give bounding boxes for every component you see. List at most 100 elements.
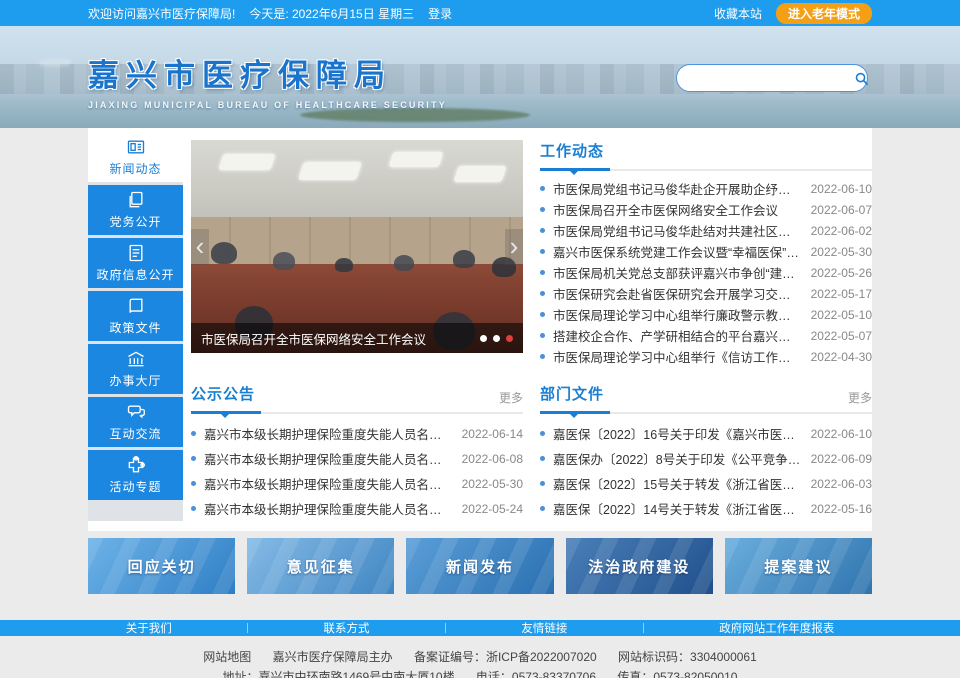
announcements-more-link[interactable]: 更多 (499, 389, 523, 406)
footer-link-friend-links[interactable]: 友情链接 (521, 620, 567, 636)
sidebar-item-gov-info[interactable]: 政府信息公开 (88, 238, 183, 288)
search-input[interactable] (677, 71, 854, 85)
sidebar-item-party-affairs[interactable]: 党务公开 (88, 185, 183, 235)
section-header: 工作动态 (540, 140, 872, 171)
banner-opinion-collection[interactable]: 意见征集 (247, 538, 394, 594)
banner-label: 提案建议 (764, 556, 832, 577)
news-list-item[interactable]: 嘉兴市本级长期护理保险重度失能人员名单公示（2... 2022-06-14 (191, 421, 523, 446)
site-title: 嘉兴市医疗保障局 (88, 50, 447, 95)
news-list-item[interactable]: 嘉兴市本级长期护理保险重度失能人员名单公示（2... 2022-05-24 (191, 496, 523, 521)
news-list-item[interactable]: 嘉医保办〔2022〕8号关于印发《公平竞争审查... 2022-06-09 (540, 446, 872, 471)
section-title[interactable]: 工作动态 (540, 140, 604, 161)
search-box (676, 64, 868, 92)
sidebar-nav: 新闻动态 党务公开 政府信息公开 政策文件 (88, 132, 183, 521)
sidebar-item-news[interactable]: 新闻动态 (88, 132, 183, 182)
news-list-item[interactable]: 市医保局机关党总支部获评嘉兴市争创“建设清廉机... 2022-05-26 (540, 262, 872, 283)
sidebar-item-interaction[interactable]: 互动交流 (88, 397, 183, 447)
news-item-title: 嘉兴市本级长期护理保险重度失能人员名单公示（2... (204, 449, 452, 468)
banner-label: 回应关切 (128, 556, 196, 577)
bullet-dot (540, 228, 545, 233)
news-item-date: 2022-06-02 (811, 224, 872, 238)
bullet-dot (540, 270, 545, 275)
news-list-item[interactable]: 嘉医保〔2022〕16号关于印发《嘉兴市医疗保... 2022-06-10 (540, 421, 872, 446)
login-link[interactable]: 登录 (428, 5, 452, 22)
welcome-text: 欢迎访问嘉兴市医疗保障局! (88, 5, 235, 22)
carousel-caption-bar: 市医保局召开全市医保网络安全工作会议 (191, 323, 523, 353)
footer-address-text: 地址：嘉兴市中环南路1469号中南大厦10楼 (223, 670, 455, 678)
news-item-title: 市医保局党组书记马俊华赴结对共建社区指导全国文... (553, 221, 801, 240)
footer-link-annual-report[interactable]: 政府网站工作年度报表 (719, 620, 834, 636)
sidebar-item-label: 办事大厅 (109, 372, 161, 389)
news-list-item[interactable]: 市医保局党组书记马俊华赴结对共建社区指导全国文... 2022-06-02 (540, 220, 872, 241)
news-item-title: 嘉兴市本级长期护理保险重度失能人员名单公示（2... (204, 424, 452, 443)
section-work-updates: 工作动态 市医保局党组书记马俊华赴企开展助企纾困活动 2022-06-10 (540, 140, 872, 367)
banner-news-release[interactable]: 新闻发布 (406, 538, 553, 594)
news-item-date: 2022-05-24 (462, 502, 523, 516)
sitemap-link[interactable]: 网站地图 (203, 650, 251, 664)
bullet-dot (191, 431, 196, 436)
carousel-dot-active[interactable] (506, 335, 513, 342)
news-item-title: 市医保局理论学习中心组举行廉政警示教育专题学习... (553, 305, 801, 324)
carousel-caption[interactable]: 市医保局召开全市医保网络安全工作会议 (201, 329, 480, 348)
photo-light (218, 154, 275, 170)
footer-nav-separator (247, 623, 248, 633)
news-list-item[interactable]: 嘉医保〔2022〕14号关于转发《浙江省医疗保... 2022-05-16 (540, 496, 872, 521)
carousel-dot[interactable] (480, 335, 487, 342)
favorite-site-link[interactable]: 收藏本站 (714, 5, 762, 22)
news-list-item[interactable]: 搭建校企合作、产学研相结合的平台嘉兴市长期护理... 2022-05-07 (540, 325, 872, 346)
footer-nav-separator (445, 623, 446, 633)
search-icon[interactable] (854, 71, 869, 86)
news-list-item[interactable]: 嘉兴市本级长期护理保险重度失能人员名单公示（2... 2022-05-30 (191, 471, 523, 496)
bullet-dot (540, 354, 545, 359)
news-list-item[interactable]: 嘉兴市医保系统党建工作会议暨“幸福医保”党建联... 2022-05-30 (540, 241, 872, 262)
news-list-item[interactable]: 市医保局党组书记马俊华赴企开展助企纾困活动 2022-06-10 (540, 178, 872, 199)
banner-label: 意见征集 (287, 556, 355, 577)
carousel-prev-arrow[interactable]: ‹ (191, 229, 209, 265)
bullet-dot (540, 207, 545, 212)
sidebar-item-label: 党务公开 (109, 213, 161, 230)
carousel-next-arrow[interactable]: › (505, 229, 523, 265)
carousel-dot[interactable] (493, 335, 500, 342)
section-title[interactable]: 部门文件 (540, 383, 604, 404)
section-header: 部门文件 更多 (540, 383, 872, 414)
sidebar-item-policy-docs[interactable]: 政策文件 (88, 291, 183, 341)
banner-law-government[interactable]: 法治政府建设 (566, 538, 713, 594)
news-list-item[interactable]: 嘉兴市本级长期护理保险重度失能人员名单公示（2... 2022-06-08 (191, 446, 523, 471)
bullet-dot (191, 456, 196, 461)
banner-respond-concerns[interactable]: 回应关切 (88, 538, 235, 594)
news-list-item[interactable]: 市医保研究会赴省医保研究会开展学习交流活动 2022-05-17 (540, 283, 872, 304)
news-list-item[interactable]: 市医保局召开全市医保网络安全工作会议 2022-06-07 (540, 199, 872, 220)
announcements-list: 嘉兴市本级长期护理保险重度失能人员名单公示（2... 2022-06-14 嘉兴… (191, 421, 523, 521)
banner-label: 新闻发布 (446, 556, 514, 577)
news-item-title: 市医保局召开全市医保网络安全工作会议 (553, 200, 801, 219)
sidebar-item-activities[interactable]: 活动专题 (88, 450, 183, 500)
news-item-date: 2022-06-03 (811, 477, 872, 491)
news-list-item[interactable]: 市医保局理论学习中心组举行廉政警示教育专题学习... 2022-05-10 (540, 304, 872, 325)
news-item-title: 市医保局党组书记马俊华赴企开展助企纾困活动 (553, 179, 801, 198)
news-item-title: 市医保研究会赴省医保研究会开展学习交流活动 (553, 284, 801, 303)
news-item-date: 2022-05-30 (462, 477, 523, 491)
news-item-title: 嘉医保〔2022〕14号关于转发《浙江省医疗保... (553, 499, 801, 518)
book-icon (126, 296, 146, 316)
elder-mode-button[interactable]: 进入老年模式 (776, 3, 872, 24)
news-item-title: 嘉兴市本级长期护理保险重度失能人员名单公示（2... (204, 499, 452, 518)
news-item-title: 嘉医保办〔2022〕8号关于印发《公平竞争审查... (553, 449, 801, 468)
page-footer: 网站地图 嘉兴市医疗保障局主办 备案证编号：浙ICP备2022007020 网站… (0, 636, 960, 678)
footer-nav: 关于我们 联系方式 友情链接 政府网站工作年度报表 (0, 620, 960, 636)
footer-link-contact[interactable]: 联系方式 (324, 620, 370, 636)
news-carousel[interactable]: ‹ › 市医保局召开全市医保网络安全工作会议 (191, 140, 523, 353)
footer-link-about[interactable]: 关于我们 (126, 620, 172, 636)
bullet-dot (191, 506, 196, 511)
dept-documents-more-link[interactable]: 更多 (848, 389, 872, 406)
news-list-item[interactable]: 市医保局理论学习中心组举行《信访工作条例》专题... 2022-04-30 (540, 346, 872, 367)
section-title[interactable]: 公示公告 (191, 383, 255, 404)
news-item-title: 市医保局理论学习中心组举行《信访工作条例》专题... (553, 347, 801, 366)
sidebar-item-service-hall[interactable]: 办事大厅 (88, 344, 183, 394)
sidebar-item-label: 政府信息公开 (96, 266, 174, 283)
site-brand: 嘉兴市医疗保障局 JIAXING MUNICIPAL BUREAU OF HEA… (88, 50, 447, 110)
footer-tel-text: 电话：0573-83370706 (476, 670, 596, 678)
news-item-date: 2022-06-09 (811, 452, 872, 466)
banner-proposals[interactable]: 提案建议 (725, 538, 872, 594)
news-list-item[interactable]: 嘉医保〔2022〕15号关于转发《浙江省医疗保... 2022-06-03 (540, 471, 872, 496)
photo-light (453, 166, 506, 182)
